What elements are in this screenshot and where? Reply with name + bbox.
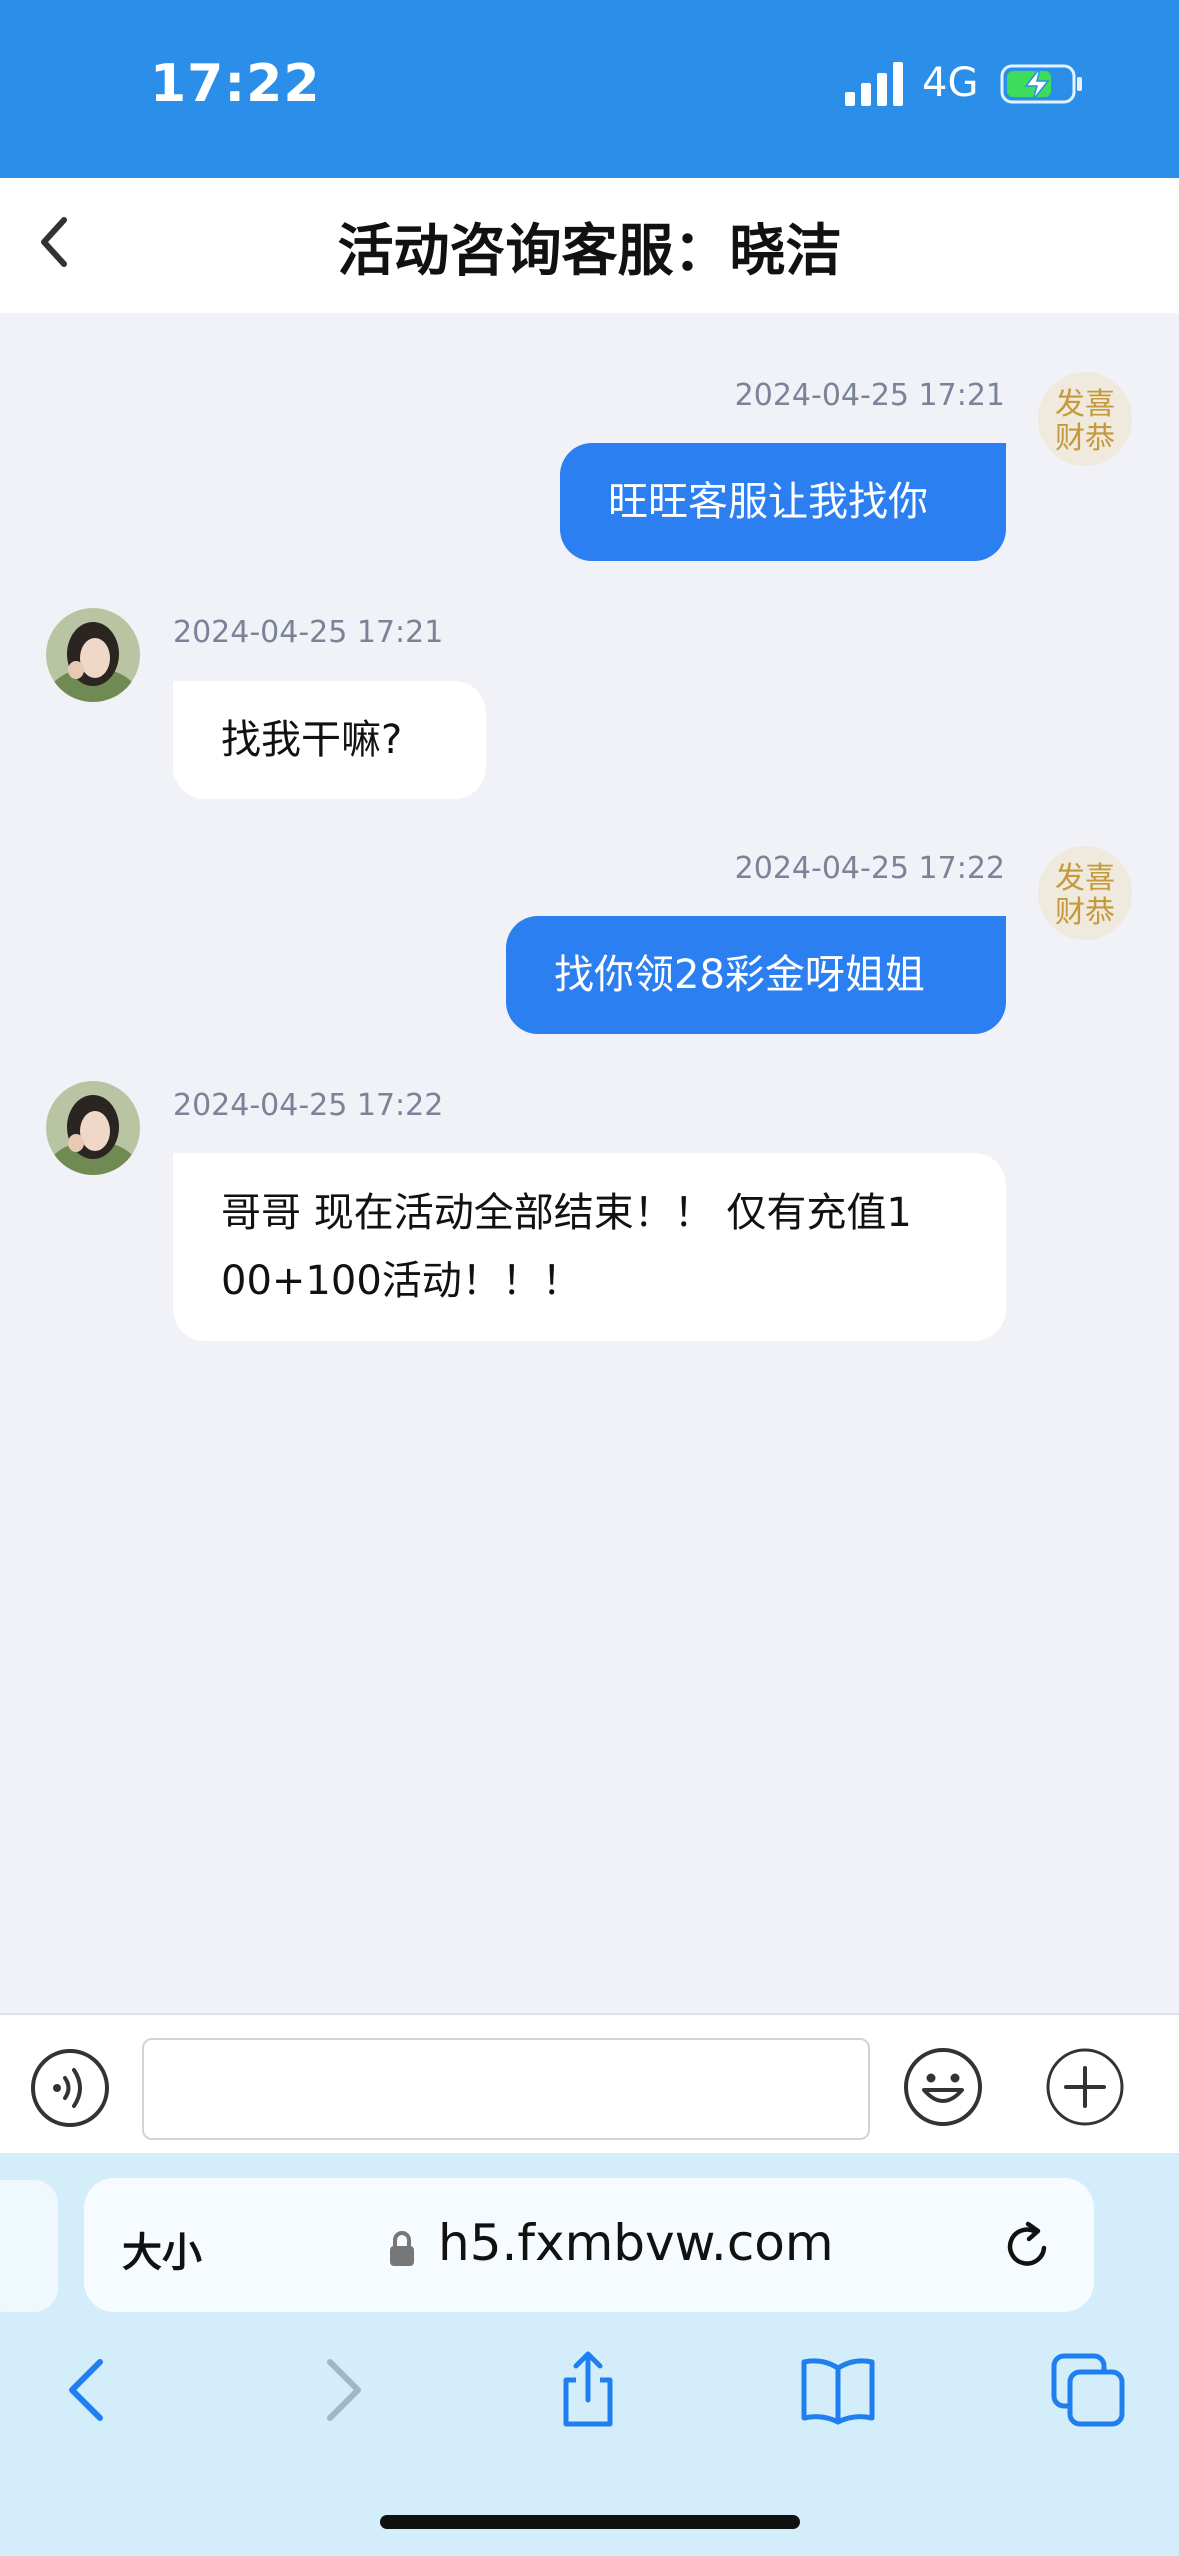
incoming-message-bubble[interactable]: 找我干嘛? <box>173 681 486 799</box>
page-title: 活动咨询客服：晓洁 <box>337 219 842 284</box>
message-timestamp: 2024-04-25 17:22 <box>734 851 1005 886</box>
signal-icon <box>845 62 903 106</box>
avatar-text-top: 发喜 <box>1055 861 1115 896</box>
agent-avatar[interactable] <box>46 608 140 702</box>
self-avatar-image: 发喜 财恭 <box>1038 372 1132 466</box>
voice-icon[interactable] <box>30 2048 110 2128</box>
outgoing-message-bubble[interactable]: 旺旺客服让我找你 <box>560 443 1006 561</box>
lock-icon <box>390 2231 414 2266</box>
incoming-message-bubble[interactable]: 哥哥 现在活动全部结束！！ 仅有充值1 00+100活动！！！ <box>173 1153 1006 1341</box>
self-avatar-image: 发喜 财恭 <box>1038 846 1132 940</box>
self-avatar[interactable]: 发喜 财恭 <box>1038 372 1132 466</box>
outgoing-message-bubble[interactable]: 找你领28彩金呀姐姐 <box>506 916 1006 1034</box>
status-time: 17:22 <box>150 54 321 114</box>
self-avatar[interactable]: 发喜 财恭 <box>1038 846 1132 940</box>
avatar-text-top: 发喜 <box>1055 387 1115 422</box>
book-icon[interactable] <box>798 2350 878 2430</box>
smiley-icon[interactable] <box>902 2046 984 2128</box>
url-text: h5.fxmbvw.com <box>438 2214 834 2272</box>
message-timestamp: 2024-04-25 17:21 <box>173 615 444 650</box>
forward-nav-icon[interactable] <box>300 2350 380 2430</box>
plus-icon[interactable] <box>1044 2046 1126 2128</box>
agent-avatar[interactable] <box>46 1081 140 1175</box>
agent-avatar-image <box>46 608 140 702</box>
avatar-text-bottom: 财恭 <box>1055 421 1115 456</box>
text-size-button[interactable]: 大小 <box>122 2220 202 2278</box>
home-indicator <box>380 2515 800 2529</box>
message-input[interactable] <box>142 2038 870 2140</box>
message-timestamp: 2024-04-25 17:21 <box>734 378 1005 413</box>
share-icon[interactable] <box>548 2350 628 2430</box>
battery-charging-icon <box>1000 64 1082 104</box>
avatar-text-bottom: 财恭 <box>1055 895 1115 930</box>
agent-avatar-image <box>46 1081 140 1175</box>
previous-tab-preview[interactable] <box>0 2180 58 2312</box>
reload-icon[interactable] <box>1000 2218 1056 2274</box>
network-type: 4G <box>922 60 979 106</box>
tabs-icon[interactable] <box>1048 2350 1128 2430</box>
message-timestamp: 2024-04-25 17:22 <box>173 1088 444 1123</box>
back-nav-icon[interactable] <box>48 2350 128 2430</box>
